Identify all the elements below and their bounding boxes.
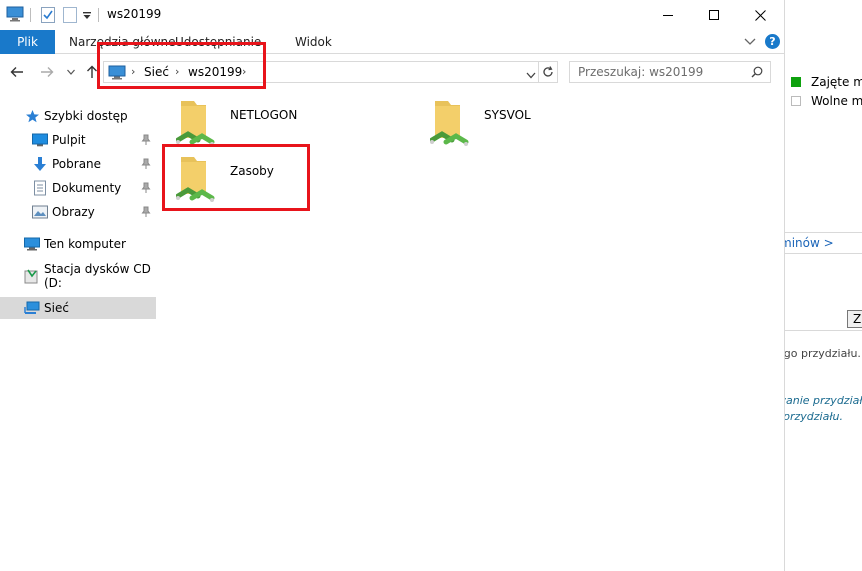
tab-file[interactable]: Plik	[0, 30, 55, 54]
breadcrumb-network[interactable]: Sieć	[144, 65, 169, 79]
computer-icon	[24, 236, 40, 252]
title-bar: ws20199	[0, 0, 784, 30]
share-item[interactable]: NETLOGON	[160, 94, 400, 150]
pin-icon[interactable]	[141, 134, 151, 146]
breadcrumb-ws20199[interactable]: ws20199	[188, 65, 242, 79]
forward-button[interactable]	[37, 63, 57, 81]
nav-item-documents[interactable]: Dokumenty	[0, 177, 156, 199]
download-icon	[32, 156, 48, 172]
nav-item-label: Sieć	[44, 301, 69, 315]
nav-network[interactable]: Sieć	[0, 297, 156, 319]
pin-icon[interactable]	[141, 206, 151, 218]
network-computer-icon	[108, 65, 126, 83]
legend-free: Wolne mie	[811, 94, 862, 108]
share-item[interactable]: Zasoby	[160, 150, 400, 206]
pin-icon[interactable]	[141, 158, 151, 170]
cd-drive-icon	[24, 268, 40, 284]
nav-item-label: Stacja dysków CD (D:	[44, 262, 151, 290]
used-space-swatch	[791, 77, 801, 87]
shared-folder-icon	[176, 101, 215, 146]
nav-item-label: Obrazy	[52, 205, 95, 219]
nav-quick-access[interactable]: Szybki dostęp	[0, 105, 156, 127]
computer-icon	[6, 6, 24, 24]
pictures-icon	[32, 204, 48, 220]
divider	[785, 330, 862, 331]
tab-home[interactable]: Narzędzia główne	[69, 30, 176, 54]
nav-item-downloads[interactable]: Pobrane	[0, 153, 156, 175]
share-name: SYSVOL	[484, 108, 531, 122]
ribbon-tabs: Plik Narzędzia główne Udostępnianie Wido…	[0, 30, 784, 54]
address-bar[interactable]: › Sieć › ws20199 ›	[103, 61, 539, 83]
nav-item-label: Szybki dostęp	[44, 109, 128, 123]
nav-item-pictures[interactable]: Obrazy	[0, 201, 156, 223]
separator	[98, 8, 99, 22]
recent-locations-button[interactable]	[61, 63, 81, 81]
breadcrumb-chevron-icon: ›	[131, 65, 136, 78]
address-row: › Sieć › ws20199 › Przeszukaj: ws20199	[0, 55, 784, 89]
bg-text-2: wanie przydział	[784, 394, 862, 407]
nav-item-label: Ten komputer	[44, 237, 126, 251]
bg-text-1: ego przydziału.	[784, 347, 861, 360]
navigation-pane: Szybki dostęp Pulpit Pobrane Dokumenty O…	[0, 96, 156, 571]
breadcrumb-chevron-icon[interactable]: ›	[242, 65, 246, 78]
new-folder-icon[interactable]	[62, 6, 78, 24]
nav-this-pc[interactable]: Ten komputer	[0, 233, 156, 255]
properties-icon[interactable]	[40, 6, 56, 24]
free-space-swatch	[791, 96, 801, 106]
background-window: Zajęte mie Wolne mie minów > Z ego przyd…	[784, 0, 862, 571]
content-pane: NETLOGON SYSVOL Zasoby	[160, 90, 784, 571]
desktop-icon	[32, 132, 48, 148]
refresh-icon	[543, 66, 553, 77]
search-input[interactable]: Przeszukaj: ws20199	[578, 65, 703, 79]
nav-item-desktop[interactable]: Pulpit	[0, 129, 156, 151]
nav-item-label: Pulpit	[52, 133, 86, 147]
legend-used: Zajęte mie	[811, 75, 862, 89]
search-icon	[751, 66, 763, 81]
back-button[interactable]	[7, 63, 27, 81]
admin-link[interactable]: minów >	[785, 236, 834, 250]
bg-text-3: przydziału.	[784, 410, 843, 423]
pin-icon[interactable]	[141, 182, 151, 194]
search-box[interactable]: Przeszukaj: ws20199	[569, 61, 771, 83]
network-icon	[24, 300, 40, 316]
ribbon-expand-icon[interactable]	[744, 35, 756, 49]
help-icon[interactable]: ?	[765, 34, 780, 49]
nav-cd-drive[interactable]: Stacja dysków CD (D:	[0, 262, 156, 290]
customize-toolbar-icon[interactable]	[82, 10, 92, 28]
share-name: NETLOGON	[230, 108, 298, 122]
nav-item-label: Dokumenty	[52, 181, 122, 195]
documents-icon	[32, 180, 48, 196]
star-icon	[24, 108, 40, 124]
tab-view[interactable]: Widok	[295, 30, 332, 54]
refresh-button[interactable]	[539, 61, 558, 83]
share-name: Zasoby	[230, 164, 274, 178]
nav-item-label: Pobrane	[52, 157, 102, 171]
shared-folder-icon	[430, 101, 469, 146]
window-title: ws20199	[107, 7, 162, 21]
shared-folder-icon	[176, 157, 215, 202]
maximize-button[interactable]	[691, 0, 737, 30]
share-item[interactable]: SYSVOL	[414, 94, 654, 150]
address-history-chevron-icon[interactable]	[526, 68, 536, 82]
bg-button[interactable]: Z	[847, 310, 862, 328]
tab-share[interactable]: Udostępnianie	[175, 30, 261, 54]
minimize-button[interactable]	[645, 0, 691, 30]
breadcrumb-chevron-icon[interactable]: ›	[175, 65, 179, 78]
close-button[interactable]	[737, 0, 783, 30]
separator	[30, 8, 31, 22]
up-button[interactable]	[82, 63, 102, 81]
explorer-window: ws20199 Plik Narzędzia główne Udostępnia…	[0, 0, 784, 571]
